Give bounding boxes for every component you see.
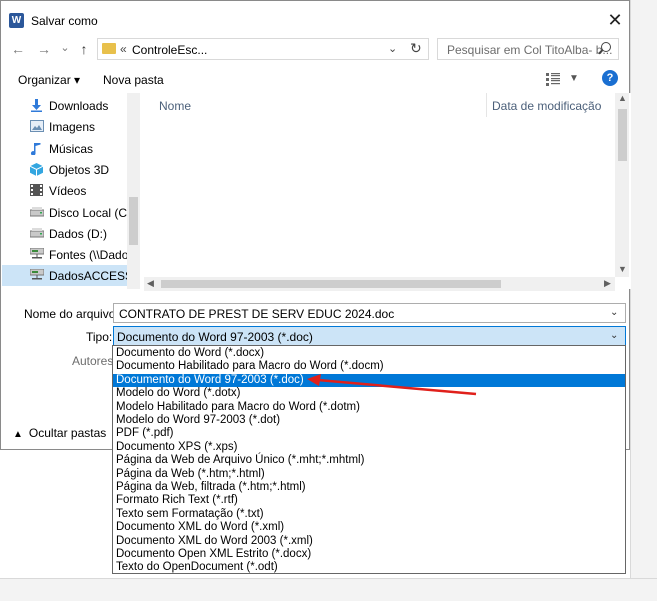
background-app-bottom: [0, 578, 657, 601]
sidebar-item[interactable]: Disco Local (C:): [2, 202, 134, 223]
dropdown-option[interactable]: Página da Web, filtrada (*.htm;*.html): [113, 481, 625, 494]
dialog-title: Salvar como: [31, 14, 98, 28]
file-list-horizontal-thumb[interactable]: [161, 280, 501, 288]
sidebar-item-label: Disco Local (C:): [49, 205, 135, 220]
sidebar-item[interactable]: Músicas: [2, 138, 128, 159]
search-input[interactable]: Pesquisar em Col TitoAlba- b...: [437, 38, 619, 60]
scroll-right-icon[interactable]: ▶: [604, 278, 611, 289]
file-type-value[interactable]: Documento do Word 97-2003 (*.doc): [117, 330, 313, 344]
scroll-up-icon[interactable]: ▲: [618, 93, 627, 103]
file-list[interactable]: [144, 93, 631, 289]
filename-label: Nome do arquivo:: [24, 307, 119, 321]
scroll-left-icon[interactable]: ◀: [147, 278, 154, 289]
sidebar-item-label: Objetos 3D: [49, 162, 110, 177]
search-placeholder: Pesquisar em Col TitoAlba- b...: [447, 43, 613, 57]
dropdown-option[interactable]: Documento XML do Word 2003 (*.xml): [113, 535, 625, 548]
sidebar-item[interactable]: Imagens: [2, 116, 128, 137]
drive-icon: [29, 206, 45, 218]
dropdown-option[interactable]: Documento do Word (*.docx): [113, 347, 625, 360]
background-app-area: [630, 0, 657, 600]
dropdown-option[interactable]: Página da Web (*.htm;*.html): [113, 468, 625, 481]
network-drive-icon: [29, 247, 45, 260]
sidebar-item[interactable]: Vídeos: [2, 180, 128, 201]
dropdown-option[interactable]: Modelo Habilitado para Macro do Word (*.…: [113, 401, 625, 414]
forward-button[interactable]: →: [35, 40, 53, 58]
dropdown-option[interactable]: Texto sem Formatação (*.txt): [113, 508, 625, 521]
search-icon: [601, 42, 611, 52]
sidebar-item-label: Fontes (\\Dados: [49, 248, 135, 263]
dropdown-option[interactable]: Texto do OpenDocument (*.odt): [113, 561, 625, 574]
up-folder-button[interactable]: ↑: [75, 40, 93, 58]
sidebar-item[interactable]: DadosACCESS (\: [2, 265, 140, 287]
word-icon: W: [9, 13, 24, 28]
scroll-down-icon[interactable]: ▼: [618, 264, 627, 274]
sidebar-item[interactable]: Fontes (\\Dados: [2, 244, 134, 265]
folder-icon: [102, 43, 116, 54]
sidebar-item[interactable]: Objetos 3D: [2, 159, 128, 180]
dropdown-option[interactable]: PDF (*.pdf): [113, 427, 625, 440]
sidebar-item[interactable]: Downloads: [2, 95, 128, 116]
hide-folders-button[interactable]: ▲ Ocultar pastas: [13, 426, 106, 440]
sidebar-item-label: Downloads: [49, 99, 109, 113]
dropdown-option[interactable]: Formato Rich Text (*.rtf): [113, 494, 625, 507]
sidebar-item-label: Músicas: [49, 141, 94, 156]
title-bar: W Salvar como ✕: [1, 1, 629, 37]
filename-field[interactable]: CONTRATO DE PREST DE SERV EDUC 2024.doc …: [113, 303, 626, 323]
chevron-down-icon[interactable]: ⌄: [388, 42, 397, 55]
sidebar-item-label: Imagens: [49, 120, 96, 135]
back-button[interactable]: ←: [9, 40, 27, 58]
type-label: Tipo:: [86, 330, 113, 344]
close-button[interactable]: ✕: [601, 7, 629, 33]
dropdown-option[interactable]: Modelo do Word 97-2003 (*.dot): [113, 414, 625, 427]
file-type-select[interactable]: Documento do Word 97-2003 (*.doc) ⌄: [113, 326, 626, 346]
filename-value[interactable]: CONTRATO DE PREST DE SERV EDUC 2024.doc: [119, 307, 394, 321]
hide-folders-label: Ocultar pastas: [28, 426, 107, 440]
file-list-vertical-thumb[interactable]: [618, 109, 627, 161]
file-type-dropdown[interactable]: Documento do Word (*.docx) Documento Habi…: [112, 345, 626, 574]
navigation-scrollbar[interactable]: [127, 93, 140, 289]
breadcrumb-overflow[interactable]: «: [120, 42, 127, 56]
column-separator[interactable]: [486, 93, 487, 117]
dropdown-option[interactable]: Documento do Word 97-2003 (*.doc): [113, 373, 625, 388]
chevron-down-icon[interactable]: ⌄: [610, 330, 618, 341]
column-header-name[interactable]: Nome: [159, 99, 191, 113]
dropdown-option[interactable]: Página da Web de Arquivo Único (*.mht;*.…: [113, 454, 625, 467]
sidebar-item-label: Vídeos: [49, 184, 87, 199]
dropdown-option[interactable]: Documento XML do Word (*.xml): [113, 521, 625, 534]
chevron-up-icon: ▲: [13, 429, 23, 440]
image-icon: [30, 120, 44, 133]
breadcrumb[interactable]: ControleEsc...: [132, 43, 207, 57]
address-bar[interactable]: « ControleEsc... ⌄ ↻: [97, 38, 429, 60]
chevron-down-icon[interactable]: ▼: [569, 73, 579, 84]
help-icon[interactable]: ?: [602, 70, 618, 86]
dropdown-option[interactable]: Documento XPS (*.xps): [113, 441, 625, 454]
dropdown-option[interactable]: Documento Open XML Estrito (*.docx): [113, 548, 625, 561]
organize-button[interactable]: Organizar ▾: [18, 73, 80, 87]
navigation-pane: Downloads Imagens Músicas Objetos 3D Vídeos D…: [2, 93, 140, 289]
dropdown-option[interactable]: Modelo do Word (*.dotx): [113, 387, 625, 400]
music-icon: [30, 142, 43, 156]
sidebar-item-label: Dados (D:): [49, 226, 108, 241]
network-drive-icon: [29, 268, 45, 281]
refresh-icon[interactable]: ↻: [410, 40, 422, 57]
video-icon: [30, 184, 43, 197]
chevron-down-icon[interactable]: ⌄: [610, 307, 618, 318]
drive-icon: [29, 227, 45, 239]
new-folder-button[interactable]: Nova pasta: [103, 73, 164, 87]
view-options-icon[interactable]: [545, 72, 561, 86]
cube-icon: [29, 162, 44, 176]
sidebar-item[interactable]: Dados (D:): [2, 223, 128, 244]
recent-locations-button[interactable]: ⌄: [56, 39, 74, 57]
download-icon: [30, 99, 43, 112]
authors-label: Autores:: [72, 354, 117, 368]
navigation-scroll-thumb[interactable]: [129, 197, 138, 245]
dropdown-option[interactable]: Documento Habilitado para Macro do Word …: [113, 360, 625, 373]
column-header-date[interactable]: Data de modificação: [492, 99, 601, 113]
